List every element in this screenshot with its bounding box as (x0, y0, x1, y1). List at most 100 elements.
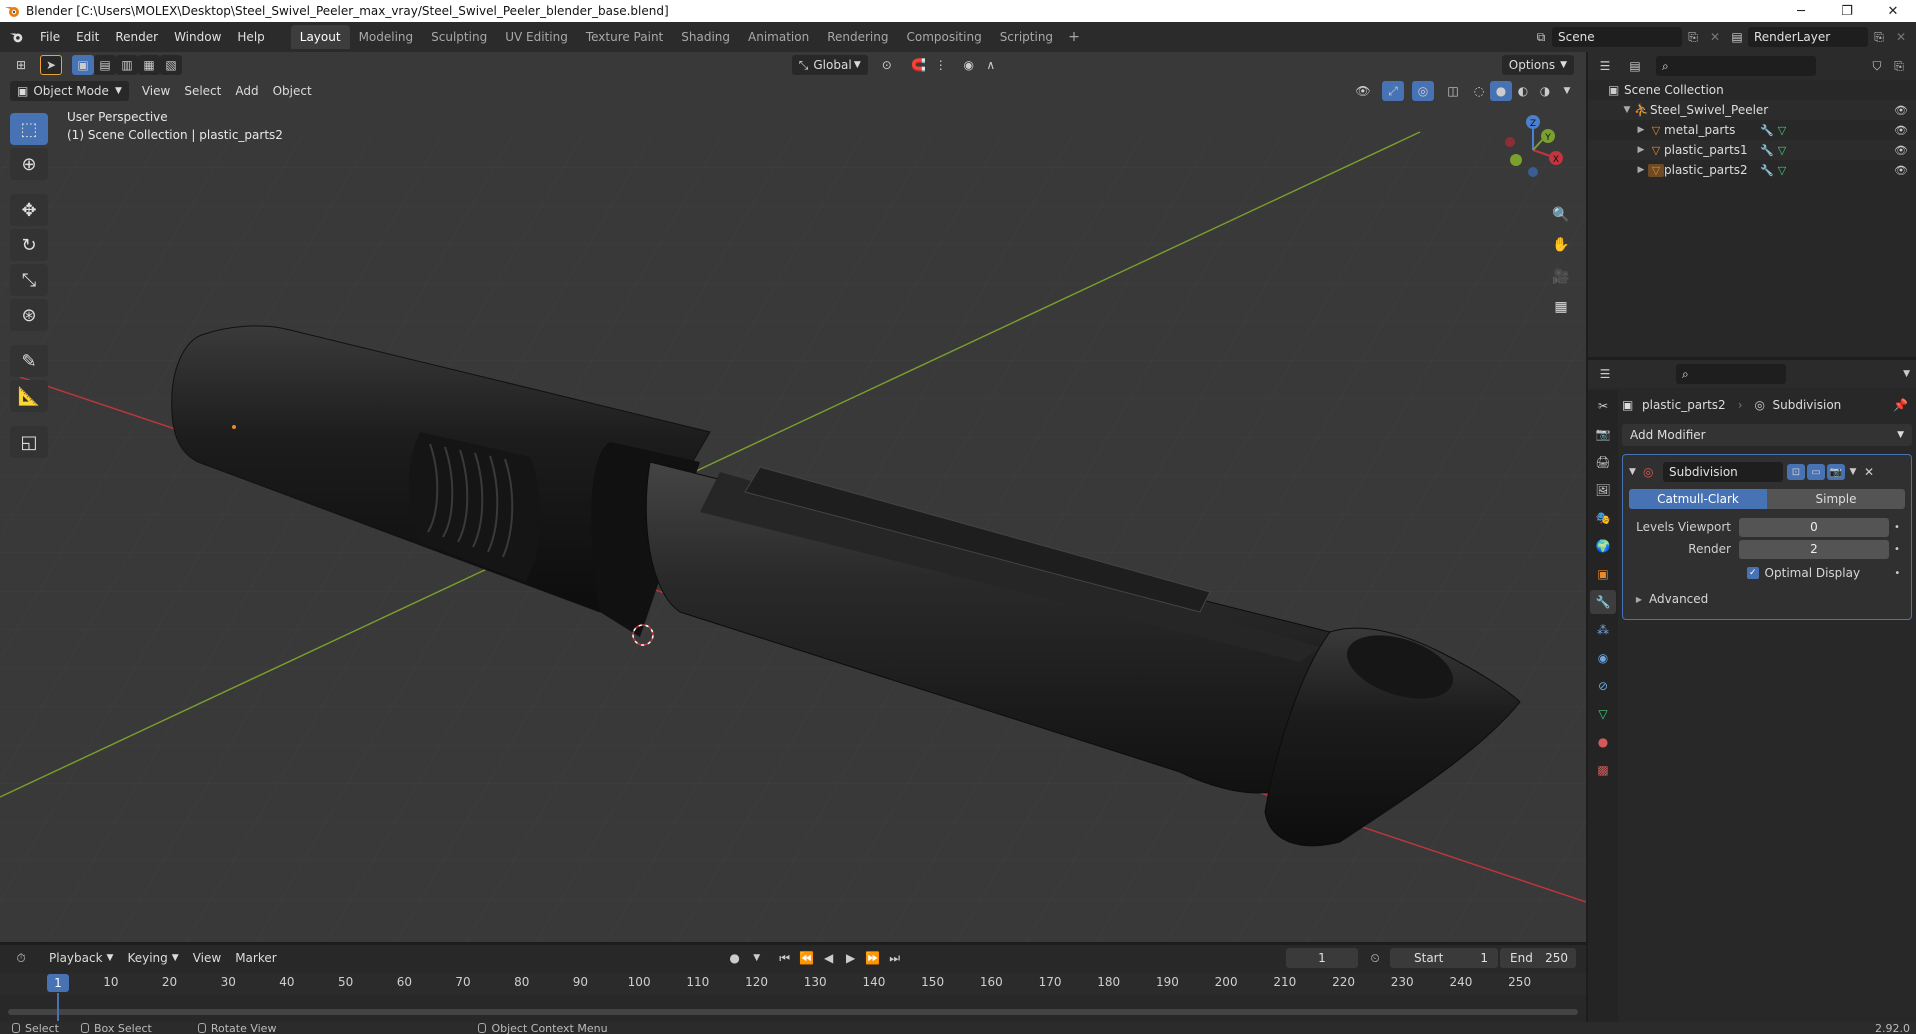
modifier-name-field[interactable]: Subdivision (1663, 462, 1783, 482)
playhead-line[interactable] (57, 993, 59, 1021)
view-layer-tab-icon[interactable]: 🖼 (1590, 478, 1616, 502)
playhead-frame-indicator[interactable]: 1 (47, 974, 69, 992)
render-levels-field[interactable]: 2 (1739, 539, 1889, 559)
menu-window[interactable]: Window (166, 26, 229, 48)
gizmo-toggle-icon[interactable]: ⤢ (1382, 81, 1404, 101)
tab-modeling[interactable]: Modeling (350, 25, 423, 49)
preview-range-clock-icon[interactable]: ⏲ (1364, 948, 1386, 968)
modifier-tab-icon[interactable]: 🔧 (1590, 590, 1616, 614)
new-scene-icon[interactable]: ⎘ (1682, 27, 1704, 47)
select-mode-subtract-icon[interactable]: ▥ (116, 55, 138, 75)
mode-dropdown[interactable]: ▣ Object Mode ▼ (10, 81, 129, 101)
outliner-search-input[interactable]: ⌕ (1656, 56, 1816, 76)
pivot-point-icon[interactable]: ⊙ (876, 55, 898, 75)
display-mode-icon[interactable]: ▤ (1624, 56, 1646, 76)
visibility-eye-icon[interactable]: 👁 (1894, 124, 1908, 137)
outliner-scene-collection[interactable]: ▣ Scene Collection (1588, 80, 1916, 100)
levels-viewport-field[interactable]: 0 (1739, 517, 1889, 537)
mesh-data-icon[interactable]: ▽ (1778, 144, 1786, 157)
previous-keyframe-icon[interactable]: ⏪ (796, 948, 818, 968)
remove-modifier-icon[interactable]: ✕ (1861, 462, 1877, 482)
viewport-menu-view[interactable]: View (135, 81, 177, 101)
mesh-data-icon[interactable]: ▽ (1778, 124, 1786, 137)
keyframe-dot-icon[interactable]: • (1890, 568, 1905, 579)
play-icon[interactable]: ▶ (840, 948, 862, 968)
xray-toggle-icon[interactable]: ◫ (1442, 81, 1464, 101)
world-tab-icon[interactable]: 🌍 (1590, 534, 1616, 558)
snap-icon[interactable]: 🧲 (908, 55, 930, 75)
perspective-toggle-icon[interactable]: ▦ (1548, 294, 1574, 320)
current-frame-field[interactable]: 1 (1286, 948, 1358, 968)
select-mode-extend-icon[interactable]: ▤ (94, 55, 116, 75)
tool-tab-icon[interactable]: ✂ (1590, 394, 1616, 418)
menu-render[interactable]: Render (107, 26, 166, 48)
outliner-object-row[interactable]: ▶ ▽ plastic_parts2 🔧 ▽ 👁 (1588, 160, 1916, 180)
overlays-toggle-icon[interactable]: ◎ (1412, 81, 1434, 101)
tab-compositing[interactable]: Compositing (897, 25, 990, 49)
optimal-display-checkbox[interactable]: ✓ (1747, 567, 1759, 579)
menu-file[interactable]: File (32, 26, 68, 48)
shading-wireframe-icon[interactable]: ◌ (1468, 81, 1490, 101)
jump-to-start-icon[interactable]: ⏮ (774, 948, 796, 968)
timeline-ruler[interactable]: 10 20 30 40 50 60 70 80 90 100 110 120 130 140 150 160 1… (0, 973, 1586, 995)
visibility-eye-icon[interactable]: 👁 (1894, 164, 1908, 177)
visibility-eye-icon[interactable]: 👁 (1894, 104, 1908, 117)
delete-scene-icon[interactable]: ✕ (1704, 27, 1726, 47)
viewport-menu-object[interactable]: Object (266, 81, 319, 101)
tab-texture-paint[interactable]: Texture Paint (577, 25, 672, 49)
timeline-menu-marker[interactable]: Marker (228, 948, 283, 968)
next-keyframe-icon[interactable]: ⏩ (862, 948, 884, 968)
play-reverse-icon[interactable]: ◀ (818, 948, 840, 968)
close-button[interactable]: ✕ (1870, 0, 1916, 22)
outliner-editor-type-icon[interactable]: ☰ (1594, 56, 1616, 76)
properties-editor-type-icon[interactable]: ☰ (1594, 364, 1616, 384)
shading-material-icon[interactable]: ◐ (1512, 81, 1534, 101)
select-mode-invert-icon[interactable]: ▦ (138, 55, 160, 75)
options-dropdown[interactable]: Options ▼ (1501, 55, 1574, 75)
tab-sculpting[interactable]: Sculpting (422, 25, 496, 49)
mesh-data-icon[interactable]: ▽ (1778, 164, 1786, 177)
physics-tab-icon[interactable]: ◉ (1590, 646, 1616, 670)
add-cube-tool-icon[interactable]: ◱ (10, 426, 48, 458)
tab-rendering[interactable]: Rendering (818, 25, 897, 49)
scene-name-field[interactable]: Scene (1552, 27, 1682, 47)
scale-tool-icon[interactable]: ⤡ (10, 264, 48, 296)
object-visibility-icon[interactable]: 👁 (1352, 81, 1374, 101)
add-modifier-dropdown[interactable]: Add Modifier ▼ (1622, 424, 1912, 446)
rotate-tool-icon[interactable]: ↻ (10, 229, 48, 261)
render-toggle-icon[interactable]: 📷 (1827, 464, 1845, 480)
editor-type-icon[interactable]: ⊞ (10, 55, 32, 75)
measure-tool-icon[interactable]: 📐 (10, 380, 48, 412)
material-tab-icon[interactable]: ● (1590, 730, 1616, 754)
playback-dropdown[interactable]: Playback ▼ (42, 948, 120, 968)
shading-rendered-icon[interactable]: ◑ (1534, 81, 1556, 101)
chevron-down-icon[interactable]: ▼ (1903, 369, 1910, 379)
modifier-wrench-icon[interactable]: 🔧 (1760, 164, 1774, 177)
edit-mode-toggle-icon[interactable]: ⊡ (1787, 464, 1805, 480)
timeline-scrollbar[interactable] (8, 1009, 1578, 1015)
timeline-editor-type-icon[interactable]: ⏱ (10, 948, 32, 968)
annotate-tool-icon[interactable]: ✎ (10, 345, 48, 377)
tab-animation[interactable]: Animation (739, 25, 818, 49)
restore-button[interactable]: ❐ (1824, 0, 1870, 22)
tab-scripting[interactable]: Scripting (991, 25, 1062, 49)
snap-target-icon[interactable]: ⋮ (930, 55, 952, 75)
render-tab-icon[interactable]: 📷 (1590, 422, 1616, 446)
filter-icon[interactable]: ⛉ (1866, 56, 1888, 76)
menu-help[interactable]: Help (229, 26, 272, 48)
new-collection-icon[interactable]: ⎘ (1888, 56, 1910, 76)
select-tool-icon[interactable]: ➤ (40, 55, 62, 75)
scene-selector-icon[interactable]: ⧉ (1530, 27, 1552, 47)
output-tab-icon[interactable]: 🖨 (1590, 450, 1616, 474)
pin-icon[interactable]: 📌 (1893, 398, 1908, 412)
add-workspace-button[interactable]: + (1062, 29, 1086, 45)
expand-triangle-icon[interactable]: ▶ (1629, 595, 1649, 604)
3d-viewport[interactable]: ⊞ ➤ ▣ ▤ ▥ ▦ ▧ ⤡ Global ▼ ⊙ 🧲 ⋮ ◉ ∧ Optio… (0, 52, 1586, 942)
transform-orientation-dropdown[interactable]: ⤡ Global ▼ (791, 55, 868, 75)
collapse-triangle-icon[interactable]: ▶ (1634, 125, 1648, 135)
panel-collapse-icon[interactable]: ▼ (1629, 467, 1643, 477)
visibility-eye-icon[interactable]: 👁 (1894, 144, 1908, 157)
tab-shading[interactable]: Shading (672, 25, 739, 49)
catmull-clark-button[interactable]: Catmull-Clark (1629, 489, 1767, 509)
select-mode-intersect-icon[interactable]: ▧ (160, 55, 182, 75)
